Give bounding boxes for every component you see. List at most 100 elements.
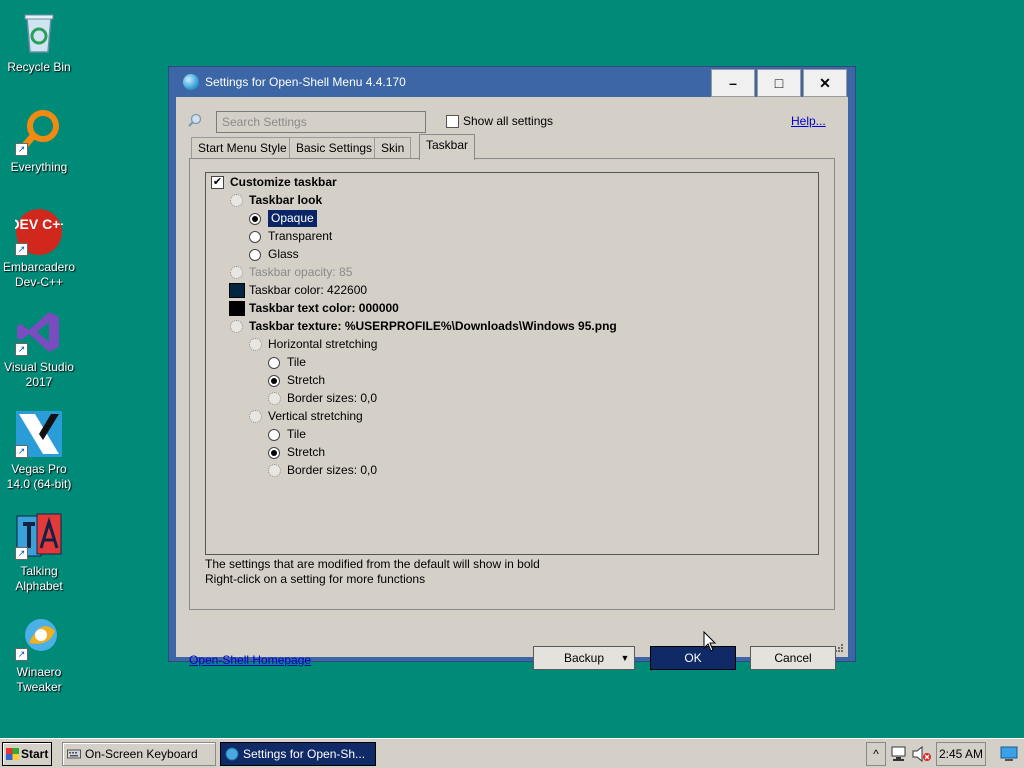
close-button[interactable]: ✕ [803,69,847,97]
desktop-icon-talking-alphabet[interactable]: ↗ Talking Alphabet [2,512,76,594]
open-shell-icon [183,74,199,90]
v-tile-radio[interactable] [268,429,280,441]
tree-item-v-border-sizes[interactable]: Border sizes: 0,0 [268,462,668,479]
tree-item-label: Transparent [268,229,333,243]
recycle-bin-icon [15,8,63,56]
taskbar-button-settings[interactable]: Settings for Open-Sh... [220,742,376,766]
desktop-icon-winaero-tweaker[interactable]: ↗ Winaero Tweaker [2,613,76,695]
settings-gear-icon [249,338,262,351]
tree-item-taskbar-look[interactable]: Taskbar look [230,192,630,209]
transparent-radio[interactable] [249,231,261,243]
tree-item-label: Border sizes: 0,0 [287,391,378,405]
ok-button[interactable]: OK [650,646,736,670]
backup-button-label: Backup [563,651,605,665]
opaque-radio[interactable] [249,213,261,225]
desktop-icon-vegas-pro[interactable]: ↗ Vegas Pro 14.0 (64-bit) [2,410,76,492]
tree-item-taskbar-color[interactable]: Taskbar color: 422600 [229,282,630,299]
shortcut-arrow-icon: ↗ [15,445,28,458]
show-desktop-icon[interactable] [1000,746,1018,762]
resize-grip-icon[interactable] [834,643,844,653]
show-all-settings-checkbox[interactable] [446,115,459,128]
settings-gear-icon [230,320,243,333]
devcpp-logo-text: DEV C++ [15,216,63,232]
windows-logo-icon [6,748,19,760]
show-all-settings-label[interactable]: Show all settings [463,114,553,128]
dialog-client-area: Show all settings Help... Start Menu Sty… [176,97,848,670]
open-shell-icon [225,747,239,761]
taskbar-color-swatch[interactable] [229,283,245,298]
taskbar-button-on-screen-keyboard[interactable]: On-Screen Keyboard [62,742,216,766]
h-tile-radio[interactable] [268,357,280,369]
tree-item-h-border-sizes[interactable]: Border sizes: 0,0 [268,390,668,407]
desktop-icon-recycle-bin[interactable]: Recycle Bin [2,8,76,75]
settings-tree[interactable]: ✔ Customize taskbar Taskbar look Opaque … [205,172,819,555]
desktop-icon-visual-studio[interactable]: ↗ Visual Studio 2017 [2,308,76,390]
desktop-icon-label: Visual Studio 2017 [4,360,74,389]
vegas-pro-icon: ↗ [15,410,63,458]
start-label: Start [21,747,49,761]
tree-item-v-tile[interactable]: Tile [268,426,668,443]
tree-item-label: Taskbar look [249,193,323,207]
search-settings-input[interactable] [216,111,426,133]
tree-item-v-stretch[interactable]: Stretch [268,444,668,461]
tree-item-taskbar-texture[interactable]: Taskbar texture: %USERPROFILE%\Downloads… [230,318,730,335]
help-link[interactable]: Help... [791,114,826,128]
desktop-icon-everything[interactable]: ↗ Everything [2,108,76,175]
desktop-icon-label: Embarcadero Dev-C++ [2,260,76,289]
tab-taskbar[interactable]: Taskbar [419,134,476,160]
tab-basic-settings[interactable]: Basic Settings [289,137,380,158]
tree-item-glass[interactable]: Glass [249,246,649,263]
tree-item-label: Taskbar opacity: 85 [249,265,353,279]
cancel-button[interactable]: Cancel [750,646,836,670]
network-icon[interactable] [890,746,908,762]
glass-radio[interactable] [249,249,261,261]
tree-item-taskbar-opacity[interactable]: Taskbar opacity: 85 [230,264,630,281]
dropdown-arrow-icon: ▼ [620,653,630,663]
desktop-icon-label: Recycle Bin [7,60,71,74]
volume-muted-icon[interactable] [912,746,932,762]
tree-item-label: Glass [268,247,299,261]
tree-item-label: Stretch [287,373,326,387]
tree-item-taskbar-text-color[interactable]: Taskbar text color: 000000 [229,300,630,317]
tree-item-customize-taskbar[interactable]: ✔ Customize taskbar [211,174,611,191]
customize-taskbar-checkbox[interactable]: ✔ [211,176,224,189]
backup-button[interactable]: Backup ▼ [533,646,635,670]
tree-item-label: Opaque [268,210,317,227]
tab-skin[interactable]: Skin [374,137,412,158]
tree-item-label: Taskbar texture: %USERPROFILE%\Downloads… [249,319,617,333]
h-stretch-radio[interactable] [268,375,280,387]
tree-item-transparent[interactable]: Transparent [249,228,649,245]
tree-item-h-stretch[interactable]: Stretch [268,372,668,389]
dialog-title-bar[interactable]: Settings for Open-Shell Menu 4.4.170 – □… [169,67,855,97]
tree-item-label: Stretch [287,445,326,459]
keyboard-icon [67,749,81,759]
shortcut-arrow-icon: ↗ [15,343,28,356]
system-tray: ^ 2:45 AM [866,742,1020,766]
desktop-icon-devcpp[interactable]: DEV C++ ↗ Embarcadero Dev-C++ [2,208,76,290]
tree-item-h-tile[interactable]: Tile [268,354,668,371]
desktop-icon-label: Winaero Tweaker [16,665,62,694]
chevron-up-icon: ^ [873,747,879,761]
dialog-title: Settings for Open-Shell Menu 4.4.170 [205,75,406,89]
taskbar-text-color-swatch[interactable] [229,301,245,316]
show-hidden-icons-button[interactable]: ^ [866,742,886,766]
magnifier-icon: ↗ [15,108,63,156]
open-shell-homepage-link[interactable]: Open-Shell Homepage [189,653,311,667]
shortcut-arrow-icon: ↗ [15,648,28,661]
tree-item-vertical-stretching[interactable]: Vertical stretching [249,408,649,425]
tree-item-horizontal-stretching[interactable]: Horizontal stretching [249,336,649,353]
tree-item-label: Customize taskbar [230,175,337,189]
minimize-button[interactable]: – [711,69,755,97]
tab-start-menu-style[interactable]: Start Menu Style [191,137,294,158]
start-button[interactable]: Start [2,742,52,766]
talking-alphabet-icon: ↗ [15,512,63,560]
maximize-button[interactable]: □ [757,69,801,97]
clock[interactable]: 2:45 AM [936,742,986,766]
taskbar-button-label: On-Screen Keyboard [85,747,198,761]
settings-gear-icon [249,410,262,423]
settings-dialog: Settings for Open-Shell Menu 4.4.170 – □… [168,66,856,670]
tree-item-opaque[interactable]: Opaque [249,210,649,227]
settings-gear-icon [268,464,281,477]
desktop-icon-label: Talking Alphabet [15,564,63,593]
v-stretch-radio[interactable] [268,447,280,459]
